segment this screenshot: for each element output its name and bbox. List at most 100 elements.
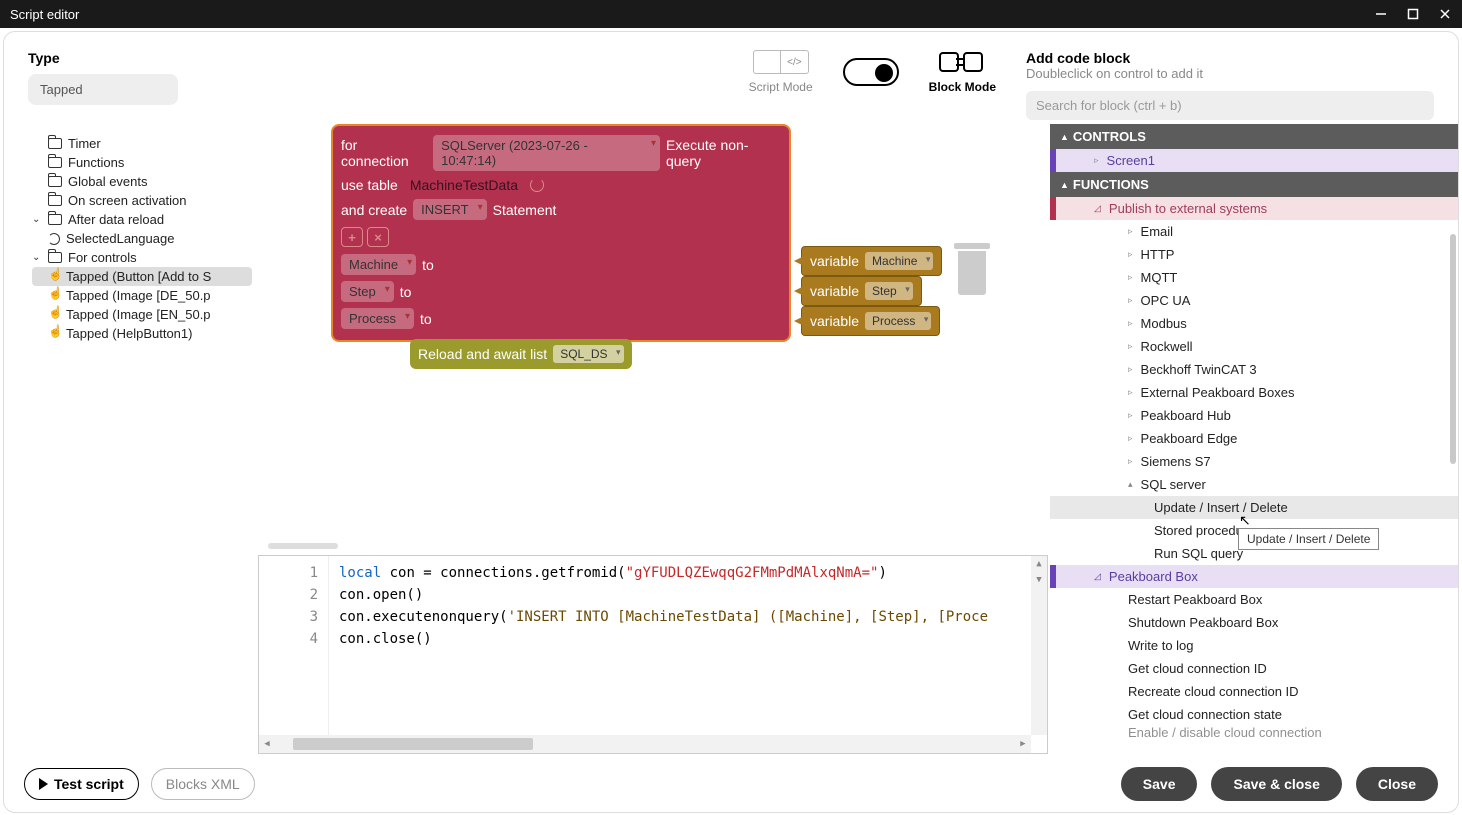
palette-item[interactable]: ▹OPC UA	[1050, 289, 1458, 312]
trash-icon[interactable]	[954, 243, 990, 301]
palette-item[interactable]: Recreate cloud connection ID	[1050, 680, 1458, 703]
tap-icon	[48, 308, 60, 322]
tree-item-label: On screen activation	[68, 193, 187, 208]
palette-item[interactable]: ▹Beckhoff TwinCAT 3	[1050, 358, 1458, 381]
tree-item[interactable]: Tapped (Button [Add to S	[32, 267, 252, 286]
folder-icon	[48, 252, 62, 263]
loop-icon	[48, 233, 60, 245]
insert-type-dropdown[interactable]: INSERT	[413, 199, 486, 220]
tree-item[interactable]: ⌄For controls	[32, 248, 252, 267]
palette-item[interactable]: Get cloud connection ID	[1050, 657, 1458, 680]
palette-scrollbar[interactable]	[1450, 234, 1456, 464]
variable-block[interactable]: variable Machine	[801, 246, 942, 276]
palette-controls-header[interactable]: ▲CONTROLS	[1050, 124, 1458, 149]
block-workspace[interactable]: for connection SQLServer (2023-07-26 - 1…	[256, 124, 1050, 756]
variable-dropdown[interactable]: Step	[865, 282, 913, 300]
tap-icon	[48, 270, 60, 284]
tree-item-label: Functions	[68, 155, 124, 170]
block-mode-label: Block Mode	[929, 80, 996, 94]
code-gutter: 1234	[259, 556, 329, 753]
palette-item[interactable]: ▹Siemens S7	[1050, 450, 1458, 473]
block-palette: ▲CONTROLS ▹Screen1 ▲FUNCTIONS ◿Publish t…	[1050, 124, 1458, 756]
tree-item[interactable]: Functions	[32, 153, 252, 172]
palette-publish-external[interactable]: ◿Publish to external systems	[1050, 197, 1458, 220]
to-label: to	[400, 284, 412, 300]
tree-item-label: Tapped (Button [Add to S	[66, 269, 211, 284]
close-button[interactable]: Close	[1356, 767, 1438, 801]
save-close-button[interactable]: Save & close	[1211, 767, 1341, 801]
tree-item[interactable]: Tapped (Image [DE_50.p	[32, 286, 252, 305]
palette-item[interactable]: ▹Email	[1050, 220, 1458, 243]
tree-item[interactable]: On screen activation	[32, 191, 252, 210]
add-block-subtitle: Doubleclick on control to add it	[1026, 66, 1434, 81]
code-horizontal-scrollbar[interactable]: ◀▶	[259, 735, 1031, 753]
palette-item[interactable]: Get cloud connection state	[1050, 703, 1458, 726]
folder-icon	[48, 176, 62, 187]
tree-item-label: Tapped (HelpButton1)	[66, 326, 192, 341]
use-table-label: use table	[341, 177, 398, 193]
block-search-input[interactable]: Search for block (ctrl + b)	[1026, 91, 1434, 120]
refresh-icon[interactable]	[530, 178, 544, 192]
to-label: to	[422, 257, 434, 273]
palette-item[interactable]: Shutdown Peakboard Box	[1050, 611, 1458, 634]
minimize-button[interactable]	[1374, 7, 1388, 21]
code-vertical-scrollbar[interactable]: ▲▼	[1031, 556, 1047, 735]
folder-icon	[48, 214, 62, 225]
table-name: MachineTestData	[410, 177, 518, 193]
script-mode-icon: </>	[753, 50, 809, 74]
palette-item[interactable]: ▴SQL server	[1050, 473, 1458, 496]
reload-datasource-dropdown[interactable]: SQL_DS	[553, 345, 623, 363]
maximize-button[interactable]	[1406, 7, 1420, 21]
blocks-xml-button[interactable]: Blocks XML	[151, 768, 255, 800]
tree-item[interactable]: Global events	[32, 172, 252, 191]
reload-list-block[interactable]: Reload and await list SQL_DS	[410, 339, 632, 369]
field-dropdown[interactable]: Process	[341, 308, 414, 329]
variable-label: variable	[810, 253, 859, 269]
palette-item[interactable]: Write to log	[1050, 634, 1458, 657]
tree-item-label: Tapped (Image [DE_50.p	[66, 288, 211, 303]
tree-item-label: SelectedLanguage	[66, 231, 174, 246]
and-create-label: and create	[341, 202, 407, 218]
palette-functions-header[interactable]: ▲FUNCTIONS	[1050, 172, 1458, 197]
field-dropdown[interactable]: Machine	[341, 254, 416, 275]
palette-item[interactable]: Enable / disable cloud connection	[1050, 726, 1458, 738]
palette-screen1[interactable]: ▹Screen1	[1050, 149, 1458, 172]
folder-icon	[48, 138, 62, 149]
tree-item[interactable]: Tapped (HelpButton1)	[32, 324, 252, 343]
palette-item[interactable]: ▹MQTT	[1050, 266, 1458, 289]
tree-item[interactable]: ⌄After data reload	[32, 210, 252, 229]
variable-label: variable	[810, 313, 859, 329]
palette-item[interactable]: ▹External Peakboard Boxes	[1050, 381, 1458, 404]
variable-block[interactable]: variable Process	[801, 306, 940, 336]
type-value-box: Tapped	[28, 74, 178, 105]
field-dropdown[interactable]: Step	[341, 281, 394, 302]
palette-item[interactable]: ▹Peakboard Edge	[1050, 427, 1458, 450]
footer: Test script Blocks XML Save Save & close…	[4, 756, 1458, 812]
variable-block[interactable]: variable Step	[801, 276, 922, 306]
tree-item[interactable]: Timer	[32, 134, 252, 153]
sql-insert-block[interactable]: for connection SQLServer (2023-07-26 - 1…	[331, 124, 791, 342]
code-preview-panel: 1234 local con = connections.getfromid("…	[256, 541, 1050, 756]
block-mode-icon	[939, 50, 985, 74]
variable-dropdown[interactable]: Process	[865, 312, 931, 330]
panel-resize-handle[interactable]	[268, 543, 338, 549]
remove-field-button[interactable]: ×	[367, 227, 389, 247]
palette-item[interactable]: Update / Insert / Delete	[1050, 496, 1458, 519]
connection-dropdown[interactable]: SQLServer (2023-07-26 - 10:47:14)	[433, 135, 660, 171]
test-script-button[interactable]: Test script	[24, 768, 139, 800]
variable-dropdown[interactable]: Machine	[865, 252, 933, 270]
palette-item[interactable]: ▹Rockwell	[1050, 335, 1458, 358]
folder-icon	[48, 157, 62, 168]
mode-toggle[interactable]	[843, 58, 899, 86]
palette-item[interactable]: ▹Peakboard Hub	[1050, 404, 1458, 427]
close-window-button[interactable]	[1438, 7, 1452, 21]
palette-item[interactable]: Restart Peakboard Box	[1050, 588, 1458, 611]
tree-item[interactable]: Tapped (Image [EN_50.p	[32, 305, 252, 324]
palette-item[interactable]: ▹HTTP	[1050, 243, 1458, 266]
variable-label: variable	[810, 283, 859, 299]
tree-item[interactable]: SelectedLanguage	[32, 229, 252, 248]
palette-item[interactable]: ▹Modbus	[1050, 312, 1458, 335]
add-field-button[interactable]: +	[341, 227, 363, 247]
save-button[interactable]: Save	[1121, 767, 1198, 801]
palette-peakboard-box[interactable]: ◿Peakboard Box	[1050, 565, 1458, 588]
